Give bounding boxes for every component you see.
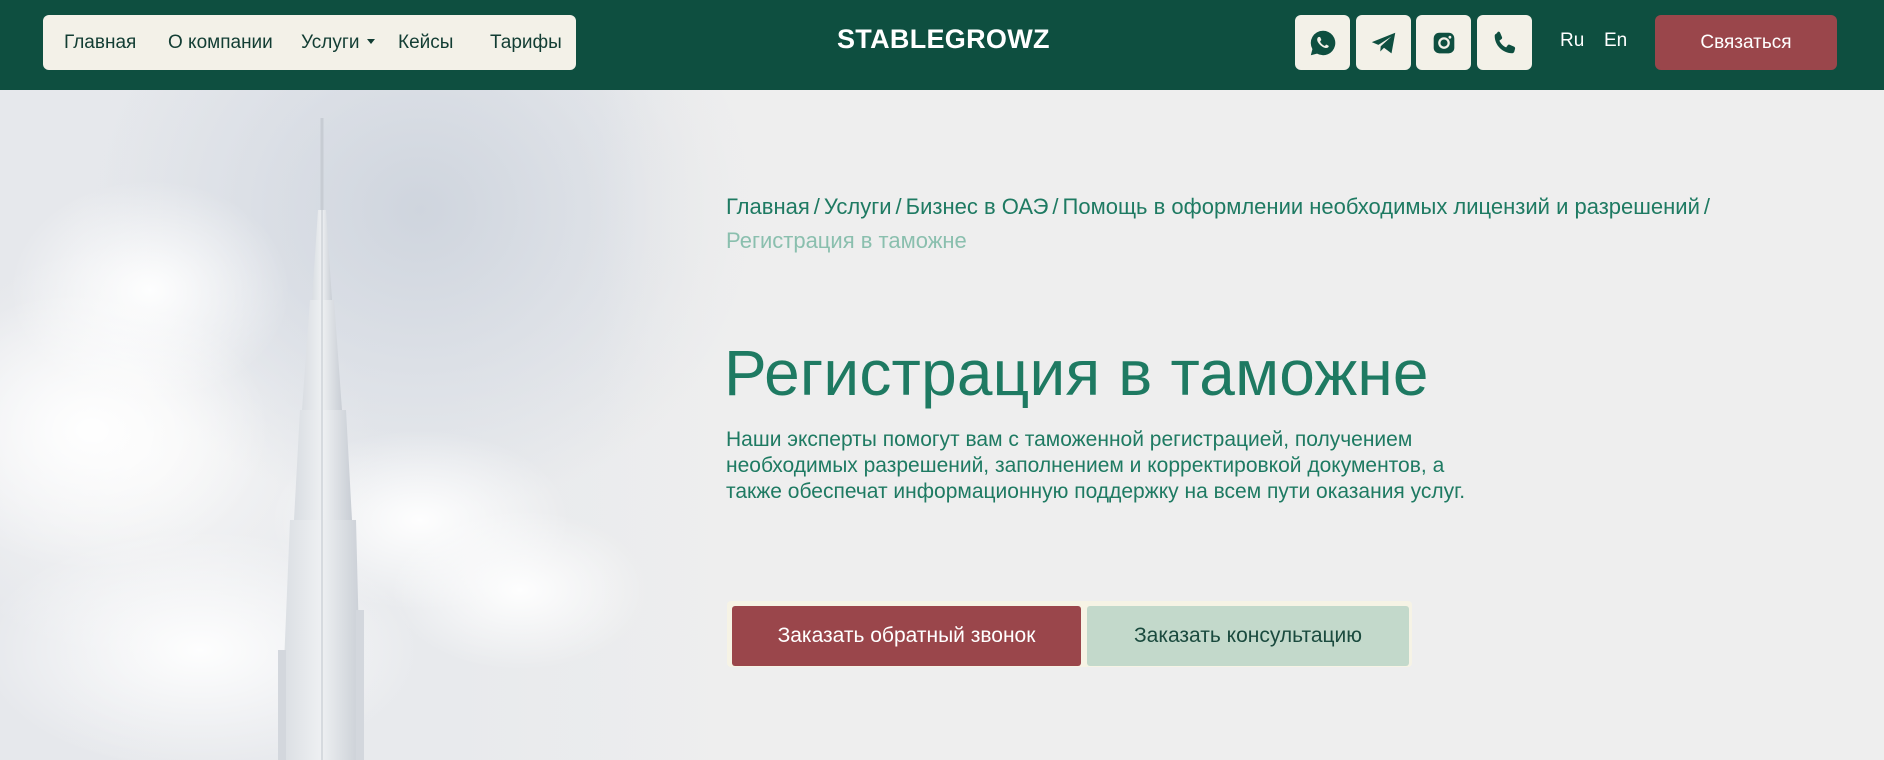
breadcrumb: Главная / Услуги / Бизнес в ОАЭ / Помощь в офо… — [726, 190, 1726, 258]
breadcrumb-separator: / — [1052, 194, 1059, 219]
whatsapp-button[interactable] — [1295, 15, 1350, 70]
nav-item-services-label: Услуги — [301, 32, 360, 53]
telegram-icon — [1371, 32, 1395, 53]
breadcrumb-home[interactable]: Главная — [726, 194, 810, 219]
whatsapp-icon — [1310, 30, 1335, 55]
breadcrumb-separator: / — [895, 194, 902, 219]
page-title: Регистрация в таможне — [724, 337, 1429, 409]
lang-en[interactable]: En — [1604, 30, 1627, 52]
breadcrumb-licenses[interactable]: Помощь в оформлении необходимых лицензий… — [1063, 194, 1700, 219]
nav-item-services[interactable]: Услуги — [301, 15, 376, 70]
nav-item-pricing[interactable]: Тарифы — [490, 15, 562, 70]
nav-item-about[interactable]: О компании — [168, 15, 273, 70]
nav-item-home[interactable]: Главная — [64, 15, 136, 70]
site-logo[interactable]: STABLEGROWZ — [837, 24, 1050, 55]
skyscraper-image — [0, 90, 800, 760]
breadcrumb-business-uae[interactable]: Бизнес в ОАЭ — [906, 194, 1049, 219]
hero-section: Главная / Услуги / Бизнес в ОАЭ / Помощь в офо… — [0, 90, 1884, 760]
phone-icon — [1494, 31, 1515, 53]
breadcrumb-separator: / — [1703, 194, 1710, 219]
hero-description: Наши эксперты помогут вам с таможенной р… — [726, 428, 1466, 503]
phone-button[interactable] — [1477, 15, 1532, 70]
site-header: Главная О компании Услуги Кейсы Тарифы S… — [0, 0, 1884, 90]
breadcrumb-current: Регистрация в таможне — [726, 228, 967, 253]
callback-button[interactable]: Заказать обратный звонок — [732, 606, 1081, 666]
contact-button[interactable]: Связаться — [1655, 15, 1837, 70]
nav-item-cases[interactable]: Кейсы — [398, 15, 453, 70]
caret-down-icon — [367, 39, 376, 45]
telegram-button[interactable] — [1356, 15, 1411, 70]
breadcrumb-separator: / — [813, 194, 820, 219]
instagram-icon — [1433, 32, 1454, 53]
main-nav: Главная О компании Услуги Кейсы Тарифы — [43, 15, 576, 70]
consultation-button[interactable]: Заказать консультацию — [1087, 606, 1409, 666]
instagram-button[interactable] — [1416, 15, 1471, 70]
breadcrumb-services[interactable]: Услуги — [824, 194, 892, 219]
lang-ru[interactable]: Ru — [1560, 30, 1584, 52]
